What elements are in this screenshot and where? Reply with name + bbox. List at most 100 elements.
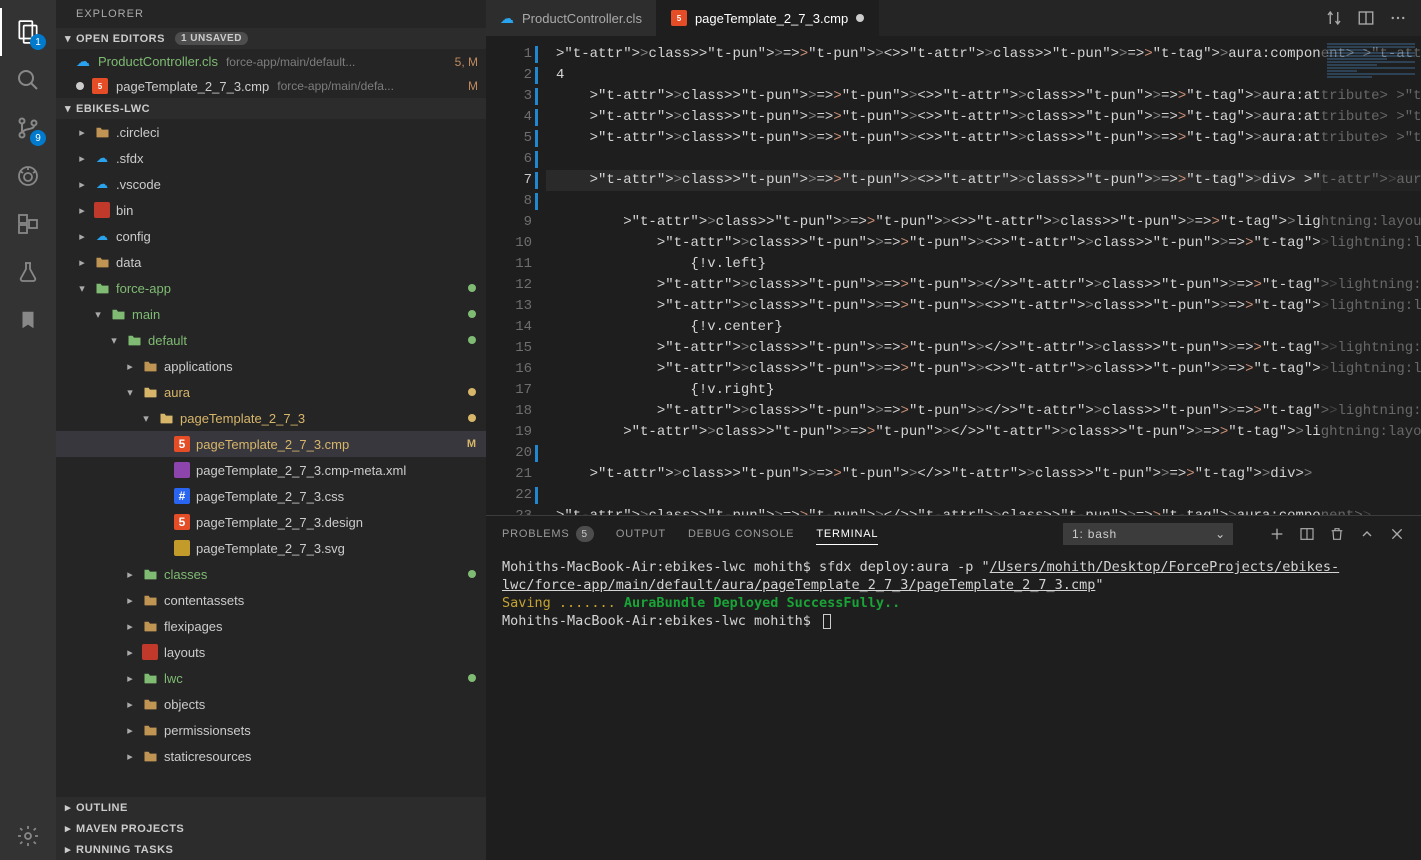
tree-label: .vscode (116, 177, 476, 192)
activity-debug[interactable] (0, 152, 56, 200)
chevron-right-icon: ▸ (60, 801, 76, 814)
folder-icon (94, 280, 110, 296)
panel-tab-output[interactable]: OUTPUT (616, 524, 666, 544)
chevron-down-icon: ▾ (60, 102, 76, 115)
tree-label: classes (164, 567, 462, 582)
chevron-right-icon: ▸ (76, 178, 88, 191)
tree-label: applications (164, 359, 476, 374)
section-maven[interactable]: ▸MAVEN PROJECTS (56, 818, 486, 839)
folder-icon (142, 696, 158, 712)
tree-folder[interactable]: ▸contentassets (56, 587, 486, 613)
code-content[interactable]: >"t-attr">>class>>"t-pun">>=>>"t-pun">><… (546, 36, 1421, 515)
git-added-dot (468, 310, 476, 318)
tree-folder[interactable]: ▾ aura (56, 379, 486, 405)
tab-productcontroller[interactable]: ☁ ProductController.cls (486, 0, 657, 36)
more-icon[interactable] (1389, 9, 1407, 27)
tree-folder[interactable]: ▸☁config (56, 223, 486, 249)
chevron-down-icon: ▾ (124, 386, 136, 399)
activity-test[interactable] (0, 248, 56, 296)
tree-folder[interactable]: ▾default (56, 327, 486, 353)
chevron-right-icon: ▸ (76, 126, 88, 139)
chevron-right-icon: ▸ (76, 204, 88, 217)
tree-file[interactable]: pageTemplate_2_7_3.cmp-meta.xml (56, 457, 486, 483)
open-editor-item[interactable]: 5 pageTemplate_2_7_3.cmp force-app/main/… (56, 74, 486, 98)
close-icon[interactable] (1389, 526, 1405, 542)
unsaved-badge: 1 UNSAVED (175, 32, 248, 45)
activity-settings[interactable] (0, 812, 56, 860)
new-terminal-icon[interactable] (1269, 526, 1285, 542)
tree-folder[interactable]: ▸☁.vscode (56, 171, 486, 197)
panel-tab-problems[interactable]: PROBLEMS 5 (502, 522, 594, 546)
tree-folder[interactable]: ▸objects (56, 691, 486, 717)
tree-folder[interactable]: ▸classes (56, 561, 486, 587)
editor-area[interactable]: 1234567891011121314151617181920212223 >"… (486, 36, 1421, 515)
tab-pagetemplate[interactable]: 5 pageTemplate_2_7_3.cmp (657, 0, 879, 36)
search-icon (16, 68, 40, 92)
tree-folder[interactable]: ▸applications (56, 353, 486, 379)
tree-folder[interactable]: ▸ .circleci (56, 119, 486, 145)
chevron-right-icon: ▸ (60, 843, 76, 856)
chevron-down-icon: ▾ (108, 334, 120, 347)
tree-label: pageTemplate_2_7_3.cmp (196, 437, 461, 452)
compare-icon[interactable] (1325, 9, 1343, 27)
open-editor-item[interactable]: ☁ ProductController.cls force-app/main/d… (56, 49, 486, 74)
tree-folder[interactable]: ▾pageTemplate_2_7_3 (56, 405, 486, 431)
tree-folder[interactable]: ▸lwc (56, 665, 486, 691)
git-modified-badge: M (467, 438, 476, 450)
tree-folder[interactable]: ▸staticresources (56, 743, 486, 769)
git-modified-dot (468, 414, 476, 422)
tree-label: pageTemplate_2_7_3.css (196, 489, 476, 504)
folder-icon (94, 202, 110, 218)
folder-icon (142, 384, 158, 400)
tree-folder[interactable]: ▸☁.sfdx (56, 145, 486, 171)
minimap[interactable] (1321, 36, 1421, 515)
tree-folder[interactable]: ▸layouts (56, 639, 486, 665)
activity-extensions[interactable] (0, 200, 56, 248)
tree-folder[interactable]: ▾force-app (56, 275, 486, 301)
html5-icon: 5 (671, 10, 687, 26)
scm-badge: 9 (30, 130, 46, 146)
tree-folder[interactable]: ▾main (56, 301, 486, 327)
activity-bookmarks[interactable] (0, 296, 56, 344)
chevron-right-icon: ▸ (124, 620, 136, 633)
tree-label: .circleci (116, 125, 476, 140)
tree-file[interactable]: pageTemplate_2_7_3.svg (56, 535, 486, 561)
terminal-body[interactable]: Mohiths-MacBook-Air:ebikes-lwc mohith$ s… (486, 552, 1421, 860)
tree-label: aura (164, 385, 462, 400)
tree-file[interactable]: 5pageTemplate_2_7_3.cmpM (56, 431, 486, 457)
section-running[interactable]: ▸RUNNING TASKS (56, 839, 486, 860)
activity-scm[interactable]: 9 (0, 104, 56, 152)
tree-folder[interactable]: ▸flexipages (56, 613, 486, 639)
dirty-dot-icon (76, 82, 84, 90)
dirty-dot-icon (856, 14, 864, 22)
terminal-select[interactable]: 1: bash (1063, 523, 1233, 545)
folder-icon (142, 592, 158, 608)
section-outline[interactable]: ▸OUTLINE (56, 797, 486, 818)
chevron-up-icon[interactable] (1359, 526, 1375, 542)
tree-label: main (132, 307, 462, 322)
chevron-right-icon: ▸ (76, 152, 88, 165)
section-open-editors[interactable]: ▾ OPEN EDITORS 1 UNSAVED (56, 28, 486, 49)
activity-explorer[interactable]: 1 (0, 8, 56, 56)
folder-icon (142, 644, 158, 660)
terminal-cursor (823, 614, 831, 629)
activity-search[interactable] (0, 56, 56, 104)
tree-folder[interactable]: ▸permissionsets (56, 717, 486, 743)
chevron-right-icon: ▸ (124, 672, 136, 685)
trash-icon[interactable] (1329, 526, 1345, 542)
section-project[interactable]: ▾ EBIKES-LWC (56, 98, 486, 119)
split-icon[interactable] (1357, 9, 1375, 27)
chevron-right-icon: ▸ (124, 594, 136, 607)
panel-tab-debug[interactable]: DEBUG CONSOLE (688, 524, 794, 544)
terminal-success: AuraBundle Deployed SuccessFully.. (616, 595, 900, 611)
tree-file[interactable]: #pageTemplate_2_7_3.css (56, 483, 486, 509)
chevron-right-icon: ▸ (76, 256, 88, 269)
git-added-dot (468, 284, 476, 292)
tree-folder[interactable]: ▸bin (56, 197, 486, 223)
panel-tab-terminal[interactable]: TERMINAL (816, 524, 878, 545)
tree-file[interactable]: 5pageTemplate_2_7_3.design (56, 509, 486, 535)
file-tree: ▸ .circleci ▸☁.sfdx▸☁.vscode▸bin▸☁config▸d… (56, 119, 486, 797)
folder-icon (110, 306, 126, 322)
split-terminal-icon[interactable] (1299, 526, 1315, 542)
tree-folder[interactable]: ▸data (56, 249, 486, 275)
